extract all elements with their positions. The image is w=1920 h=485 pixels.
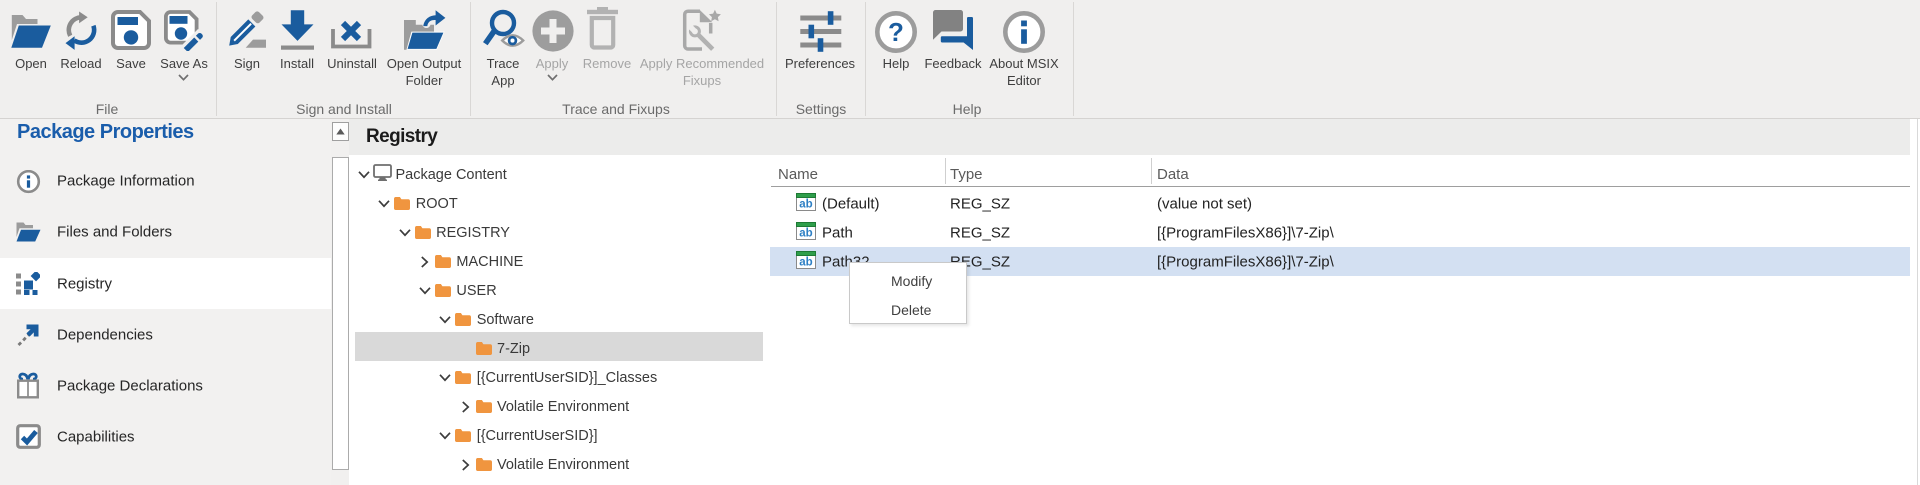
svg-text:ab: ab [799, 227, 812, 239]
svg-text:?: ? [888, 17, 904, 47]
svg-text:ab: ab [799, 256, 812, 268]
svg-text:ab: ab [799, 198, 812, 210]
